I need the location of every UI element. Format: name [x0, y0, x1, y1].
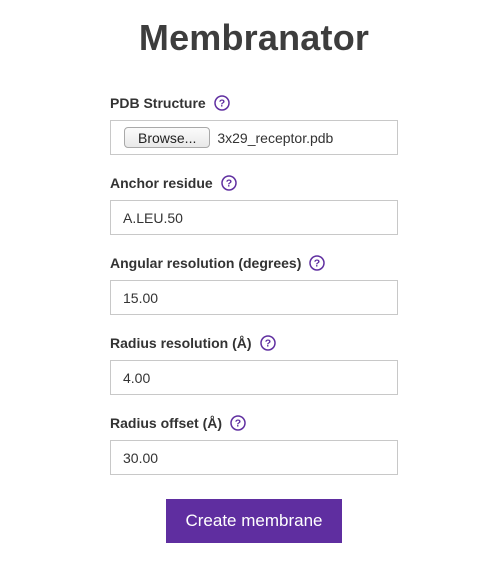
svg-text:?: ? [225, 178, 231, 190]
anchor-residue-input-box [110, 200, 398, 235]
angular-resolution-field: Angular resolution (degrees) ? [110, 253, 398, 315]
angular-resolution-input-box [110, 280, 398, 315]
svg-text:?: ? [235, 418, 241, 430]
svg-text:?: ? [314, 258, 320, 270]
svg-text:?: ? [264, 338, 270, 350]
help-circle-icon[interactable]: ? [213, 95, 230, 111]
radius-offset-field: Radius offset (Å) ? [110, 413, 398, 475]
create-membrane-button[interactable]: Create membrane [166, 499, 342, 543]
pdb-file-input[interactable]: Browse... 3x29_receptor.pdb [110, 120, 398, 155]
pdb-structure-label-row: PDB Structure ? [110, 93, 398, 113]
radius-resolution-field: Radius resolution (Å) ? [110, 333, 398, 395]
radius-offset-label: Radius offset (Å) [110, 415, 222, 431]
angular-resolution-label-row: Angular resolution (degrees) ? [110, 253, 398, 273]
svg-text:?: ? [218, 98, 224, 110]
radius-offset-input-box [110, 440, 398, 475]
anchor-residue-label-row: Anchor residue ? [110, 173, 398, 193]
page-title: Membranator [138, 17, 370, 58]
radius-resolution-input[interactable] [111, 361, 397, 394]
selected-file-name: 3x29_receptor.pdb [217, 129, 334, 146]
pdb-structure-field: PDB Structure ? Browse... 3x29_receptor.… [110, 93, 398, 155]
anchor-residue-input[interactable] [111, 201, 397, 234]
pdb-structure-label: PDB Structure [110, 95, 206, 111]
radius-offset-label-row: Radius offset (Å) ? [110, 413, 398, 433]
help-circle-icon[interactable]: ? [259, 335, 276, 351]
radius-resolution-input-box [110, 360, 398, 395]
anchor-residue-label: Anchor residue [110, 175, 213, 191]
help-circle-icon[interactable]: ? [309, 255, 326, 271]
anchor-residue-field: Anchor residue ? [110, 173, 398, 235]
angular-resolution-label: Angular resolution (degrees) [110, 255, 302, 271]
help-circle-icon[interactable]: ? [230, 415, 246, 431]
browse-button[interactable]: Browse... [124, 127, 211, 148]
radius-resolution-label: Radius resolution (Å) [110, 335, 252, 351]
help-circle-icon[interactable]: ? [220, 175, 237, 191]
radius-offset-input[interactable] [111, 441, 397, 474]
angular-resolution-input[interactable] [111, 281, 397, 314]
radius-resolution-label-row: Radius resolution (Å) ? [110, 333, 398, 353]
